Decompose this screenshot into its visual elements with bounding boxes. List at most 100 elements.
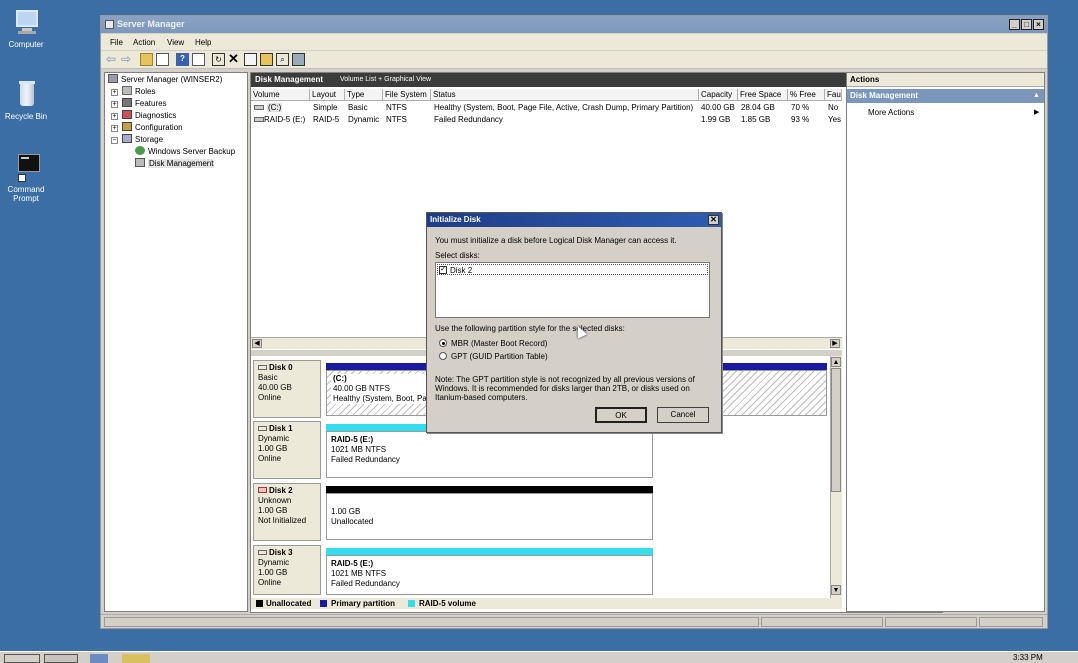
scroll-left-icon[interactable]: ◀ [252,339,262,348]
partition-unallocated[interactable]: 1.00 GB Unallocated [326,493,653,540]
more-actions-label: More Actions [868,108,915,117]
dialog-title: Initialize Disk [430,215,481,224]
open-icon[interactable] [260,53,273,66]
properties-icon[interactable] [244,53,257,66]
disk-icon[interactable] [292,53,305,66]
menu-view[interactable]: View [167,38,184,47]
disk-2-label[interactable]: Disk 2 Unknown 1.00 GB Not Initialized [253,483,321,541]
view-icon[interactable] [192,53,205,66]
forward-arrow-icon[interactable]: ⇨ [121,53,134,66]
status-cell: Healthy (System, Boot, Page File, Active… [434,103,694,112]
delete-icon[interactable]: ✕ [228,52,241,66]
partition-raid5[interactable]: RAID-5 (E:) 1021 MB NTFS Failed Redundan… [326,431,653,478]
collapse-icon[interactable]: − [111,137,118,144]
maximize-button[interactable]: □ [1021,19,1032,30]
column-header-free-space[interactable]: Free Space [738,89,788,101]
table-row[interactable]: RAID-5 (E:) RAID-5 Dynamic NTFS Failed R… [251,114,842,126]
tree-item-label: Features [135,99,167,108]
expand-icon[interactable]: + [111,89,118,96]
tree-item-disk-management[interactable]: Disk Management [135,158,215,170]
show-desktop-icon[interactable] [44,654,78,663]
radio-button-selected[interactable] [439,339,447,347]
collapse-icon[interactable]: ▲ [1033,89,1040,103]
scroll-up-icon[interactable]: ▲ [831,357,841,367]
disk-size: 40.00 GB [258,383,292,392]
disk-select-list[interactable]: ✓ Disk 2 [435,262,710,318]
column-header-capacity[interactable]: Capacity [699,89,738,101]
column-header-layout[interactable]: Layout [310,89,345,101]
tree-item-diagnostics[interactable]: Diagnostics [122,110,176,122]
initialize-disk-dialog: Initialize Disk ✕ You must initialize a … [426,212,722,433]
window-title: Server Manager [117,19,185,29]
column-header-percent-free[interactable]: % Free [788,89,825,101]
command-prompt-icon [10,153,42,183]
graphical-vertical-scrollbar[interactable]: ▲ ▼ [830,356,842,598]
table-row[interactable]: (C:) Simple Basic NTFS Healthy (System, … [251,102,842,114]
disk-error-icon [258,487,267,493]
desktop-icon-computer[interactable]: Computer [1,8,51,49]
minimize-button[interactable]: _ [1009,19,1020,30]
disk-icon [258,365,267,370]
radio-gpt[interactable]: GPT (GUID Partition Table) [439,351,639,362]
zoom-icon[interactable]: ⌕ [276,53,289,66]
volume-cell: RAID-5 (E:) [264,115,306,124]
quick-launch-icon[interactable] [90,654,108,663]
expand-icon[interactable]: + [111,125,118,132]
expand-icon[interactable]: + [111,113,118,120]
disk-0-label[interactable]: Disk 0 Basic 40.00 GB Online [253,360,321,418]
up-folder-icon[interactable] [140,53,153,66]
cancel-button[interactable]: Cancel [657,407,709,423]
close-button[interactable]: × [1033,19,1044,30]
legend: Unallocated Primary partition RAID-5 vol… [251,598,842,609]
layout-cell: RAID-5 [313,115,340,124]
menu-file[interactable]: File [110,38,123,47]
more-actions-item[interactable]: More Actions ▶ [847,107,1044,119]
tree-item-server-manager[interactable]: Server Manager (WINSER2) [108,74,222,86]
actions-pane: Actions Disk Management ▲ More Actions ▶ [846,72,1045,612]
tree-item-roles[interactable]: Roles [122,86,155,98]
menu-action[interactable]: Action [133,38,155,47]
scroll-thumb[interactable] [831,368,841,492]
show-hide-tree-icon[interactable] [156,53,169,66]
dialog-title-bar[interactable]: Initialize Disk ✕ [427,213,721,227]
disk-list-item[interactable]: ✓ Disk 2 [437,264,708,275]
quick-launch-icon[interactable] [122,654,150,663]
refresh-icon[interactable]: ↻ [212,53,225,66]
disk-name: Disk 1 [269,424,293,433]
computer-icon [10,8,42,38]
title-bar[interactable]: Server Manager _ □ × [101,16,1047,33]
scroll-right-icon[interactable]: ▶ [830,339,840,348]
tree-item-configuration[interactable]: Configuration [122,122,183,134]
back-arrow-icon[interactable]: ⇦ [106,53,119,66]
status-cell: Failed Redundancy [434,115,503,124]
ok-button[interactable]: OK [595,407,647,423]
checkbox[interactable]: ✓ [439,266,447,274]
note-line: Note: The GPT partition style is not rec… [435,375,695,384]
recycle-bin-icon [10,80,42,110]
desktop-icon-command-prompt[interactable]: Command Prompt [1,153,51,203]
start-button[interactable] [4,654,40,663]
menu-help[interactable]: Help [195,38,211,47]
tree-item-features[interactable]: Features [122,98,167,110]
dialog-close-button[interactable]: ✕ [708,215,719,225]
actions-section-header[interactable]: Disk Management ▲ [847,89,1044,103]
tree-item-windows-server-backup[interactable]: Windows Server Backup [135,146,235,158]
column-header-fault[interactable]: Fau [825,89,842,101]
radio-mbr[interactable]: MBR (Master Boot Record) [439,338,639,349]
radio-button[interactable] [439,352,447,360]
column-header-status[interactable]: Status [431,89,699,101]
legend-label: Unallocated [266,599,312,608]
disk-3-label[interactable]: Disk 3 Dynamic 1.00 GB Online [253,545,321,595]
partition-name: (C:) [333,374,347,383]
partition-raid5[interactable]: RAID-5 (E:) 1021 MB NTFS Failed Redundan… [326,555,653,595]
expand-icon[interactable]: + [111,101,118,108]
features-icon [122,98,132,107]
column-header-type[interactable]: Type [345,89,383,101]
desktop-icon-recycle-bin[interactable]: Recycle Bin [1,80,51,121]
scroll-down-icon[interactable]: ▼ [831,585,841,595]
column-header-file-system[interactable]: File System [383,89,431,101]
column-header-volume[interactable]: Volume [251,89,310,101]
help-icon[interactable]: ? [176,53,189,66]
disk-1-label[interactable]: Disk 1 Dynamic 1.00 GB Online [253,421,321,479]
tree-item-storage[interactable]: Storage [122,134,163,146]
